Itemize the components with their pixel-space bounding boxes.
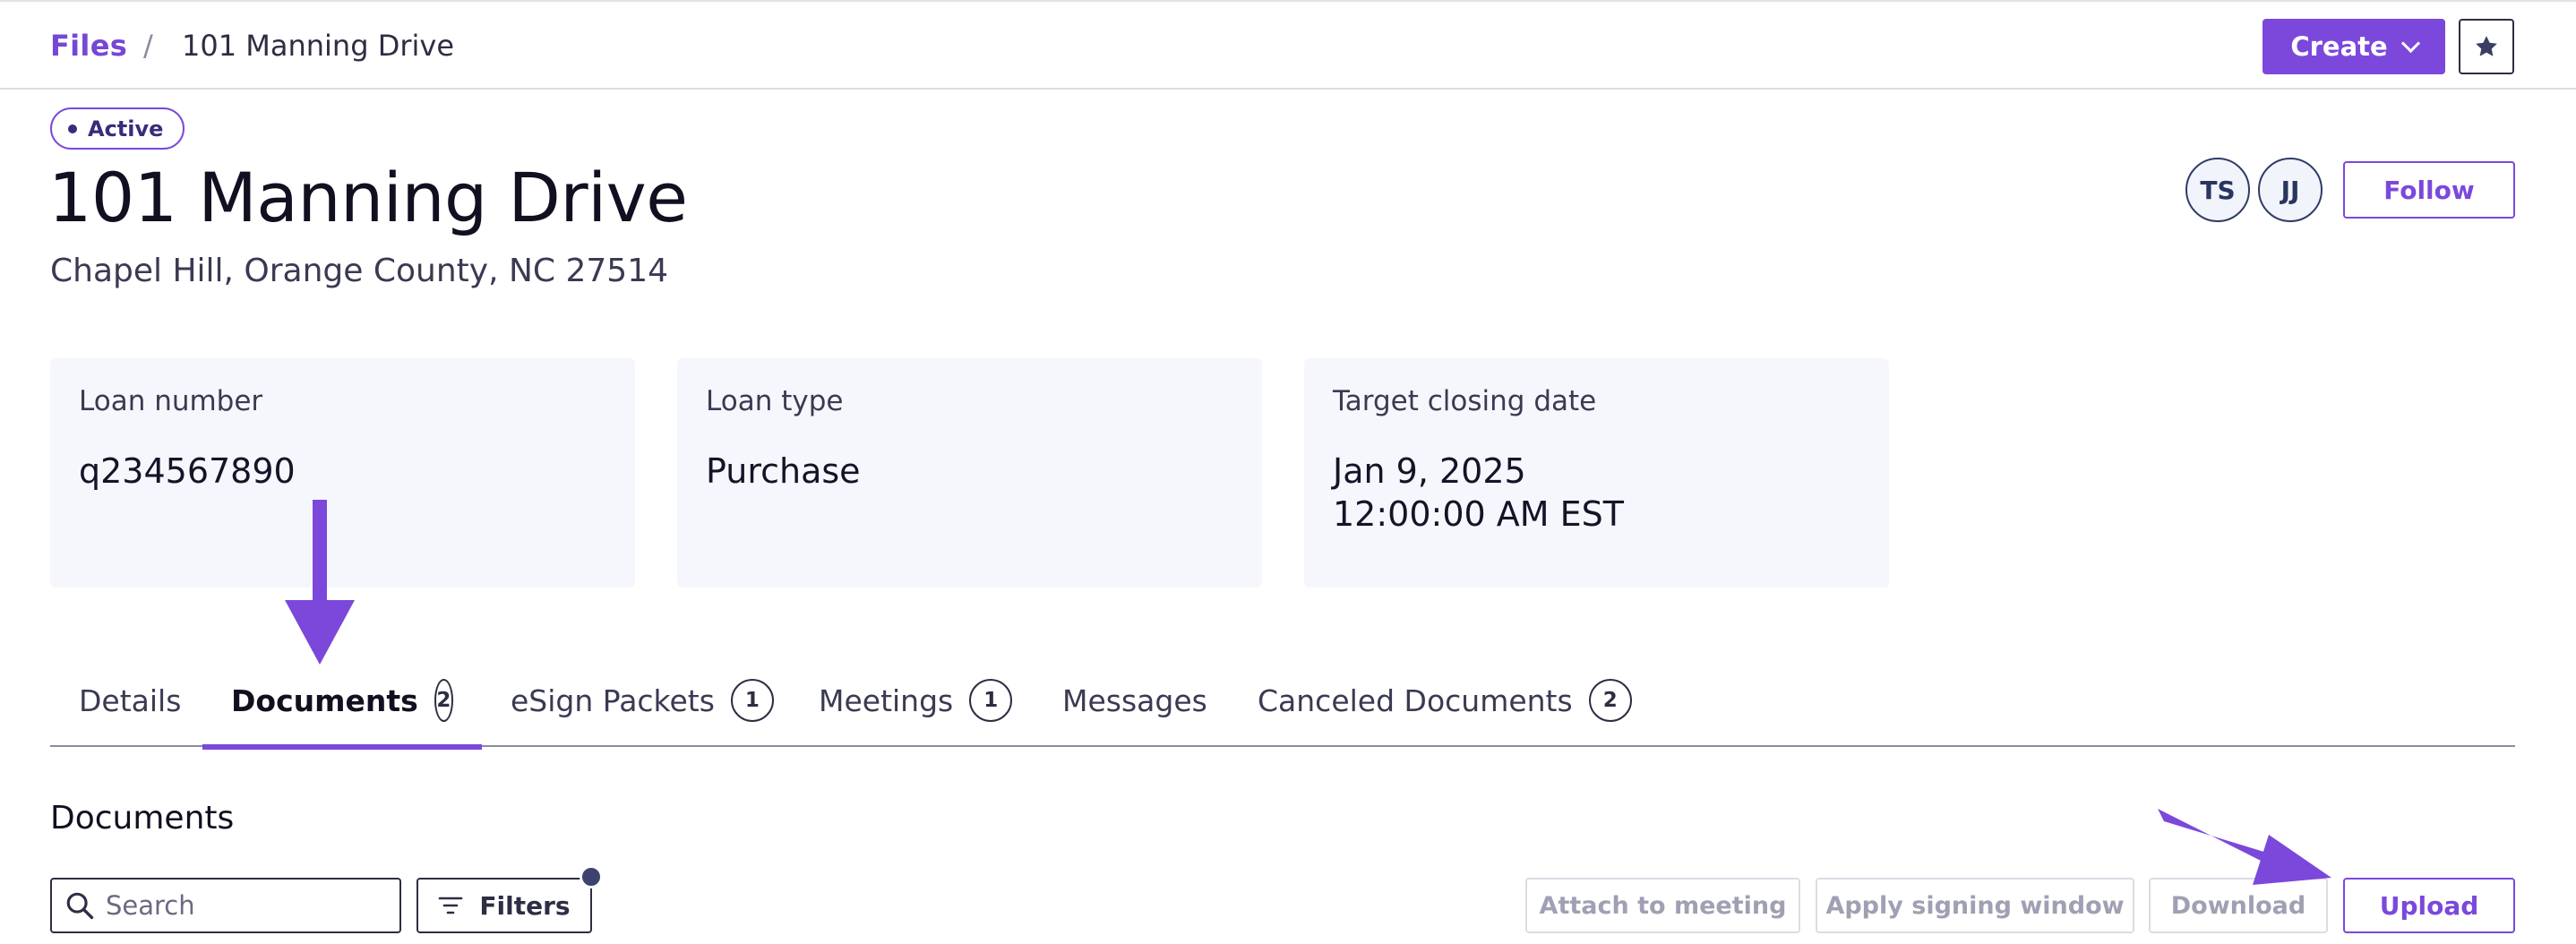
tab-label: eSign Packets [511,682,715,718]
upload-button[interactable]: Upload [2343,878,2515,933]
tab-count-badge: 1 [969,679,1013,722]
active-filter-indicator [580,865,603,888]
download-button[interactable]: Download [2149,878,2328,933]
target-closing-date-card: Target closing date Jan 9, 2025 12:00:00… [1304,358,1889,588]
avatar-ts[interactable]: TS [2185,158,2250,222]
filter-icon [439,897,463,914]
tab-count-badge: 2 [1588,679,1632,722]
tab-canceled-documents[interactable]: Canceled Documents 2 [1229,654,1661,747]
arrow-to-upload-button-icon [2158,809,2331,885]
avatar-jj[interactable]: JJ [2258,158,2323,222]
favorite-star-button[interactable] [2459,19,2514,74]
tab-count-badge: 1 [730,679,774,722]
tab-details[interactable]: Details [50,654,210,747]
loan-type-card: Loan type Purchase [677,358,1262,588]
tab-messages[interactable]: Messages [1034,654,1236,747]
documents-section-title: Documents [50,800,235,837]
tab-meetings[interactable]: Meetings 1 [790,654,1041,747]
search-box [50,878,401,933]
top-bar: Files / 101 Manning Drive Create [0,0,2576,90]
breadcrumb-files-link[interactable]: Files [50,29,127,63]
filters-button-label: Filters [479,890,571,921]
card-label: Loan type [706,385,844,417]
chevron-down-icon [2400,33,2420,53]
closing-date-value: Jan 9, 2025 [1333,451,1526,491]
tab-label: Details [79,682,182,718]
card-value: Jan 9, 2025 12:00:00 AM EST [1333,450,1860,536]
status-badge: Active [50,107,185,150]
create-button-label: Create [2290,31,2388,62]
tab-documents[interactable]: Documents 2 [202,654,482,750]
attach-to-meeting-button[interactable]: Attach to meeting [1525,878,1800,933]
loan-number-card: Loan number q234567890 [50,358,635,588]
card-value: Purchase [706,451,861,491]
page-title: 101 Manning Drive [48,158,688,237]
apply-signing-window-button[interactable]: Apply signing window [1816,878,2134,933]
tab-bar: Details Documents 2 eSign Packets 1 Meet… [50,654,2515,750]
tab-esign-packets[interactable]: eSign Packets 1 [482,654,803,747]
filters-button[interactable]: Filters [416,878,592,933]
search-input[interactable] [106,890,392,921]
tab-label: Documents [231,682,418,718]
status-badge-label: Active [88,116,164,142]
breadcrumb-separator: / [143,29,153,63]
tab-label: Messages [1062,682,1207,718]
card-label: Loan number [79,385,263,417]
follow-button[interactable]: Follow [2343,161,2515,219]
tab-label: Canceled Documents [1258,682,1573,718]
page-address: Chapel Hill, Orange County, NC 27514 [50,253,669,289]
breadcrumb-current: 101 Manning Drive [182,29,454,63]
card-label: Target closing date [1333,385,1597,417]
tab-label: Meetings [819,682,954,718]
closing-time-value: 12:00:00 AM EST [1333,494,1624,534]
search-icon [66,892,94,920]
star-icon [2476,36,2497,56]
tab-count-badge: 2 [434,679,453,722]
create-button[interactable]: Create [2263,19,2445,74]
status-dot-icon [68,124,77,133]
card-value: q234567890 [79,451,296,491]
